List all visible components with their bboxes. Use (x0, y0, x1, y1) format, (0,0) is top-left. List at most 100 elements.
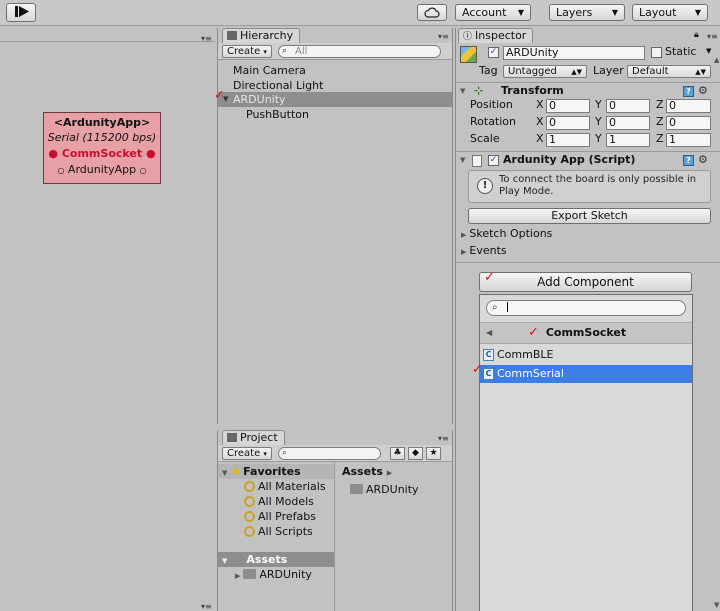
scroll-up-icon[interactable]: ▲ (714, 56, 719, 64)
tag-dropdown[interactable]: Untagged ▲▼ (503, 65, 587, 78)
node-app-row[interactable]: ○ ArdunityApp ○ (44, 163, 160, 176)
info-message-text: To connect the board is only possible in… (499, 174, 697, 197)
tab-hierarchy[interactable]: Hierarchy (222, 28, 301, 43)
favorite-item-all-scripts[interactable]: All Scripts (218, 524, 334, 539)
project-create-button[interactable]: Create ▾ (222, 447, 272, 460)
transform-icon: ⊹ (474, 84, 484, 97)
filter-label-button[interactable]: ◆ (408, 447, 423, 460)
asset-item-ardunity[interactable]: ARDUnity (336, 482, 452, 497)
sketch-options-foldout[interactable]: ▶ Sketch Options (461, 227, 552, 242)
favorite-label: All Prefabs (258, 510, 316, 523)
axis-y-label: Y (595, 115, 602, 128)
layout-label: Layout (639, 6, 677, 19)
favorite-item-all-prefabs[interactable]: All Prefabs (218, 509, 334, 524)
gear-icon[interactable]: ⚙ (698, 83, 708, 99)
csharp-script-icon: C (483, 349, 494, 361)
help-book-icon[interactable]: ? (683, 86, 694, 97)
top-toolbar: Account ▼ Layers ▼ Layout ▼ (0, 0, 720, 26)
favorite-item-all-materials[interactable]: All Materials (218, 479, 334, 494)
chevron-down-icon: ▼ (460, 87, 466, 95)
field-value: 0 (669, 99, 676, 112)
position-y-field[interactable]: 0 (606, 99, 650, 113)
project-search-input[interactable]: ⌕ (278, 447, 381, 460)
axis-x-label: X (536, 132, 544, 145)
favorite-button[interactable]: ★ (426, 447, 441, 460)
assets-folder[interactable]: ▼ Assets (218, 552, 334, 567)
field-value: 0 (549, 99, 556, 112)
lock-icon[interactable]: 🔒︎ (694, 30, 699, 40)
hierarchy-item-ardunity[interactable]: ▼ ARDUnity (218, 92, 452, 107)
panel-menu-icon[interactable]: ▾≡ (438, 434, 449, 443)
hierarchy-item-label: ARDUnity (233, 93, 286, 106)
layers-dropdown[interactable]: Layers ▼ (549, 4, 625, 21)
folder-icon (243, 569, 257, 579)
account-dropdown[interactable]: Account ▼ (455, 4, 531, 21)
favorites-header[interactable]: ▼ ★ Favorites (218, 464, 334, 479)
hierarchy-item-main-camera[interactable]: Main Camera (218, 63, 452, 78)
export-sketch-button[interactable]: Export Sketch (468, 208, 711, 224)
add-component-button[interactable]: Add Component (479, 272, 692, 292)
panel-menu-icon[interactable]: ▾≡ (201, 602, 212, 611)
component-item-label: CommBLE (497, 348, 554, 361)
help-book-icon[interactable]: ? (683, 155, 694, 166)
tab-inspector[interactable]: ⓘ Inspector (458, 28, 534, 43)
favorite-item-all-models[interactable]: All Models (218, 494, 334, 509)
panel-menu-icon[interactable]: ▾≡ (707, 32, 718, 41)
divider (456, 262, 720, 263)
tab-project[interactable]: Project (222, 430, 285, 445)
chevron-left-icon[interactable]: ◀ (486, 323, 492, 343)
node-app-label: ArdunityApp (67, 163, 137, 176)
assets-child-ardunity[interactable]: ▶ ARDUnity (218, 567, 334, 582)
chevron-down-icon[interactable]: ▼ (706, 47, 711, 55)
script-label: Ardunity App (Script) (503, 153, 636, 166)
tag-value: Untagged (508, 66, 557, 77)
scale-x-field[interactable]: 1 (546, 133, 590, 147)
events-label: Events (469, 244, 507, 257)
active-checkbox[interactable]: ✓ (488, 47, 499, 58)
component-item-commserial[interactable]: C CommSerial (480, 365, 692, 383)
assets-breadcrumb[interactable]: Assets ▶ (336, 464, 452, 479)
cloud-button[interactable] (417, 4, 447, 21)
project-contents: Assets ▶ ARDUnity (336, 462, 452, 611)
step-button[interactable] (6, 3, 36, 22)
cloud-icon (424, 7, 440, 18)
static-checkbox[interactable] (651, 47, 662, 58)
hierarchy-search-input[interactable]: ⌕ All (278, 45, 441, 58)
rotation-z-field[interactable]: 0 (666, 116, 711, 130)
hierarchy-item-label: Main Camera (233, 64, 306, 77)
component-search-input[interactable]: ⌕ (486, 300, 686, 316)
favorite-label: All Materials (258, 480, 326, 493)
node-comm-row[interactable]: ● CommSocket ● (44, 147, 160, 160)
scale-y-field[interactable]: 1 (606, 133, 650, 147)
position-z-field[interactable]: 0 (666, 99, 711, 113)
position-x-field[interactable]: 0 (546, 99, 590, 113)
panel-menu-icon[interactable]: ▾≡ (201, 34, 212, 43)
hierarchy-item-pushbutton[interactable]: PushButton (218, 107, 452, 122)
layer-dropdown[interactable]: Default ▲▼ (627, 65, 711, 78)
field-value: 1 (669, 133, 676, 146)
gear-icon[interactable]: ⚙ (698, 152, 708, 168)
panel-menu-icon[interactable]: ▾≡ (438, 32, 449, 41)
search-icon: ⌕ (282, 448, 288, 458)
object-name-field[interactable]: ARDUnity (503, 46, 645, 60)
filter-type-button[interactable]: ♣ (390, 447, 405, 460)
rotation-x-field[interactable]: 0 (546, 116, 590, 130)
layout-dropdown[interactable]: Layout ▼ (632, 4, 708, 21)
scale-z-field[interactable]: 1 (666, 133, 711, 147)
gameobject-icon (460, 46, 477, 63)
rotation-y-field[interactable]: 0 (606, 116, 650, 130)
red-check-annotation-icon: ✓ (214, 88, 225, 103)
ardunity-app-node[interactable]: <ArdunityApp> Serial (115200 bps) ● Comm… (43, 112, 161, 184)
node-subtitle: Serial (115200 bps) (47, 131, 157, 144)
events-foldout[interactable]: ▶ Events (461, 244, 507, 259)
hierarchy-create-button[interactable]: Create ▾ (222, 45, 272, 58)
scroll-down-icon[interactable]: ▼ (714, 601, 719, 609)
search-placeholder: All (295, 46, 308, 57)
graph-panel: ▾≡ <ArdunityApp> Serial (115200 bps) ● C… (0, 28, 215, 611)
script-enabled-checkbox[interactable]: ✓ (488, 155, 499, 166)
component-item-commble[interactable]: C CommBLE (480, 346, 692, 364)
assets-child-label: ARDUnity (259, 568, 312, 581)
script-component-header[interactable]: ▼ ✓ Ardunity App (Script) ? ⚙ (456, 151, 720, 168)
hierarchy-item-directional-light[interactable]: Directional Light (218, 78, 452, 93)
transform-header[interactable]: ▼ ⊹ Transform ? ⚙ (456, 82, 720, 99)
